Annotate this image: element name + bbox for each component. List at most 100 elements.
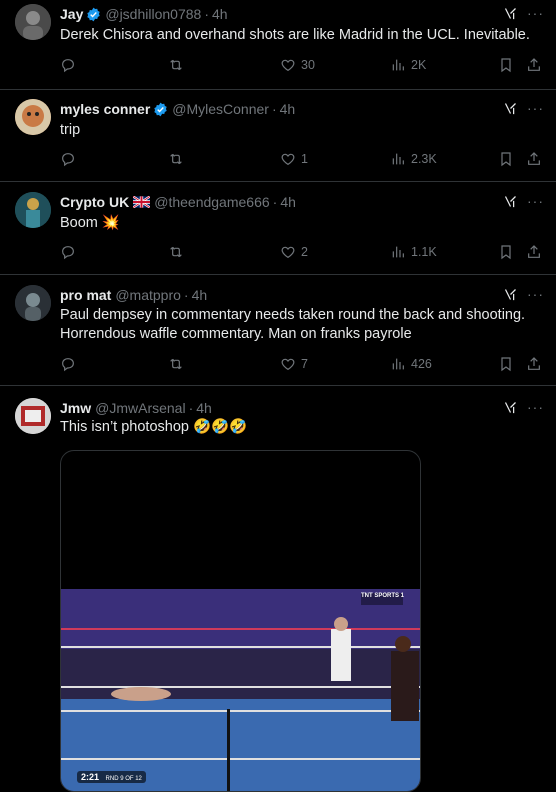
share-button[interactable]	[526, 151, 542, 167]
user-handle[interactable]: @theendgame666	[154, 194, 269, 210]
like-count: 7	[301, 357, 308, 371]
share-button[interactable]	[526, 244, 542, 260]
view-count: 426	[411, 357, 432, 371]
avatar[interactable]	[15, 192, 51, 228]
views-icon	[390, 57, 406, 73]
views-button[interactable]: 2.3K	[390, 151, 437, 167]
display-name[interactable]: myles conner	[60, 101, 150, 117]
reply-button[interactable]	[60, 244, 76, 260]
video-time: 2:21	[81, 772, 100, 782]
more-icon[interactable]: ···	[527, 287, 544, 304]
user-handle[interactable]: @MylesConner	[172, 101, 269, 117]
like-button[interactable]: 2	[280, 244, 308, 260]
bookmark-icon	[498, 151, 514, 167]
display-name[interactable]: pro mat	[60, 287, 111, 303]
like-button[interactable]: 30	[280, 57, 315, 73]
grok-icon[interactable]	[503, 400, 518, 415]
timestamp[interactable]: 4h	[212, 6, 228, 22]
bookmark-button[interactable]	[498, 151, 514, 167]
action-bar: 1 2.3K	[60, 151, 544, 169]
separator-dot: ·	[183, 287, 189, 303]
like-button[interactable]: 7	[280, 356, 308, 372]
share-icon	[526, 356, 542, 372]
heart-icon	[280, 57, 296, 73]
timestamp[interactable]: 4h	[196, 400, 212, 416]
views-button[interactable]: 426	[390, 356, 432, 372]
display-name[interactable]: Jay	[60, 6, 83, 22]
retweet-button[interactable]	[168, 356, 184, 372]
bookmark-button[interactable]	[498, 57, 514, 73]
round-indicator: RND 9 OF 12	[105, 776, 142, 782]
more-icon[interactable]: ···	[527, 6, 544, 23]
retweet-icon	[168, 57, 184, 73]
view-count: 1.1K	[411, 245, 437, 259]
user-handle[interactable]: @JmwArsenal	[95, 400, 185, 416]
tweet-header: pro mat @matppro · 4h	[60, 285, 207, 305]
user-handle[interactable]: @jsdhillon0788	[105, 6, 201, 22]
reply-button[interactable]	[60, 356, 76, 372]
display-name[interactable]: Jmw	[60, 400, 91, 416]
grok-icon[interactable]	[503, 101, 518, 116]
view-count: 2.3K	[411, 152, 437, 166]
retweet-button[interactable]	[168, 244, 184, 260]
reply-icon	[60, 356, 76, 372]
display-name[interactable]: Crypto UK	[60, 194, 129, 210]
like-count: 2	[301, 245, 308, 259]
tweet[interactable]: Jay @jsdhillon0788 · 4h ··· Derek Chisor…	[0, 0, 556, 90]
retweet-button[interactable]	[168, 57, 184, 73]
user-handle[interactable]: @matppro	[115, 287, 181, 303]
like-count: 30	[301, 58, 315, 72]
bookmark-button[interactable]	[498, 356, 514, 372]
heart-icon	[280, 151, 296, 167]
retweet-icon	[168, 244, 184, 260]
tweet-header: Jay @jsdhillon0788 · 4h	[60, 4, 228, 24]
tweet[interactable]: Jmw @JmwArsenal · 4h ··· This isn’t phot…	[0, 386, 556, 792]
more-icon[interactable]: ···	[527, 400, 544, 417]
avatar[interactable]	[15, 285, 51, 321]
tweet-header: myles conner @MylesConner · 4h	[60, 99, 295, 119]
bookmark-button[interactable]	[498, 244, 514, 260]
tweet-header: Crypto UK @theendgame666 · 4h	[60, 192, 296, 212]
share-button[interactable]	[526, 57, 542, 73]
share-button[interactable]	[526, 356, 542, 372]
grok-icon[interactable]	[503, 6, 518, 21]
avatar[interactable]	[15, 398, 51, 434]
avatar[interactable]	[15, 99, 51, 135]
retweet-icon	[168, 151, 184, 167]
retweet-button[interactable]	[168, 151, 184, 167]
tweet-text: This isn’t photoshop	[60, 419, 189, 435]
more-icon[interactable]: ···	[527, 194, 544, 211]
video-player[interactable]: TNT SPORTS 1 2:21 RND 9 OF 12	[60, 450, 421, 792]
bookmark-icon	[498, 57, 514, 73]
more-icon[interactable]: ···	[527, 101, 544, 118]
like-button[interactable]: 1	[280, 151, 308, 167]
views-icon	[390, 151, 406, 167]
heart-icon	[280, 244, 296, 260]
timestamp[interactable]: 4h	[280, 194, 296, 210]
emoji: 🤣🤣🤣	[193, 419, 248, 435]
tweet-text: trip	[60, 122, 81, 138]
timestamp[interactable]: 4h	[280, 101, 296, 117]
reply-icon	[60, 244, 76, 260]
reply-button[interactable]	[60, 57, 76, 73]
tweet-header: Jmw @JmwArsenal · 4h	[60, 398, 212, 418]
retweet-icon	[168, 356, 184, 372]
separator-dot: ·	[271, 101, 277, 117]
reply-button[interactable]	[60, 151, 76, 167]
views-button[interactable]: 2K	[390, 57, 426, 73]
heart-icon	[280, 356, 296, 372]
video-frame[interactable]	[61, 589, 420, 791]
tweet-text: Paul dempsey in commentary needs taken r…	[60, 307, 526, 342]
verified-badge-icon	[86, 7, 101, 22]
grok-icon[interactable]	[503, 194, 518, 209]
tweet-text: Boom	[60, 215, 98, 231]
grok-icon[interactable]	[503, 287, 518, 302]
views-button[interactable]: 1.1K	[390, 244, 437, 260]
tweet[interactable]: myles conner @MylesConner · 4h ··· trip …	[0, 90, 556, 182]
tweet[interactable]: pro mat @matppro · 4h ··· Paul dempsey i…	[0, 275, 556, 386]
channel-logo: TNT SPORTS 1	[361, 593, 405, 599]
timestamp[interactable]: 4h	[192, 287, 208, 303]
tweet[interactable]: Crypto UK @theendgame666 · 4h ··· Boom 💥…	[0, 182, 556, 275]
reply-icon	[60, 57, 76, 73]
avatar[interactable]	[15, 4, 51, 40]
